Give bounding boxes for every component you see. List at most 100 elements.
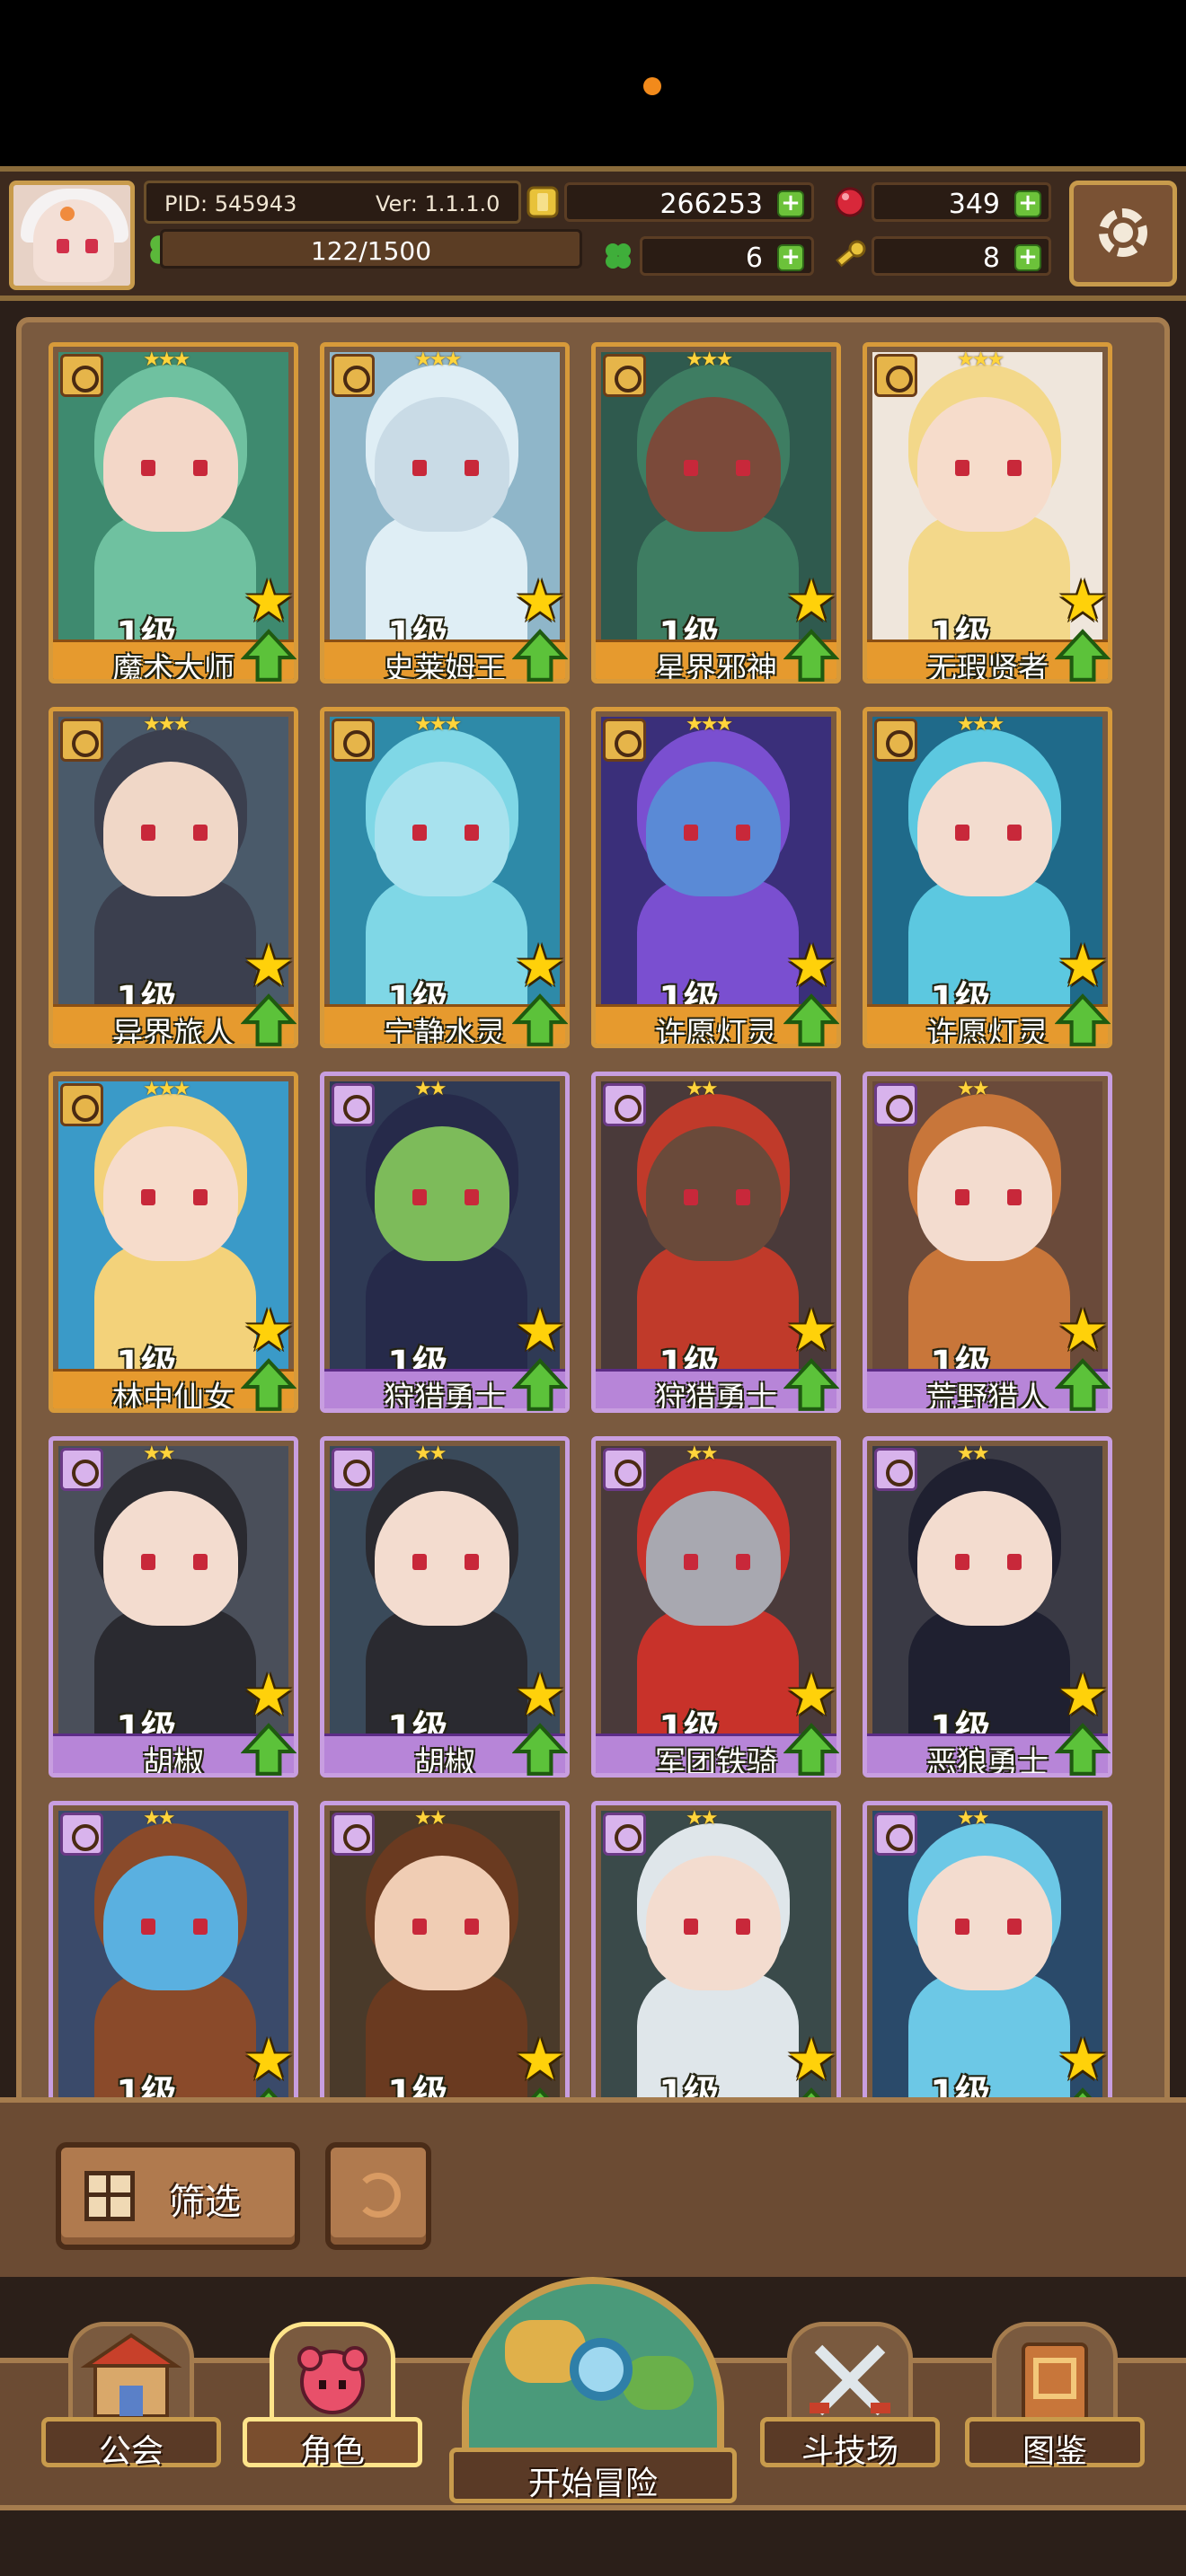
class-emblem-icon (332, 1083, 375, 1126)
level-up-arrow-icon (512, 1723, 568, 1776)
character-card[interactable]: ★★★ 1级 无瑕贤者 ★ (863, 342, 1112, 684)
character-card[interactable]: ★★ 1级 狩猎勇士 ★ (320, 1072, 570, 1413)
character-card[interactable]: ★★ 1级 ★ (591, 1801, 841, 2142)
portrait-eye (465, 1919, 479, 1935)
level-up-arrow-icon (1055, 1358, 1111, 1411)
nav-arena-label: 斗技场 (801, 2433, 898, 2470)
nav-character-label-box: 角色 (243, 2417, 422, 2470)
portrait-eye (955, 1919, 969, 1935)
nav-guild-label-box: 公会 (41, 2417, 221, 2470)
filter-button[interactable]: 筛选 (56, 2142, 300, 2250)
character-card[interactable]: ★★ 1级 荒野猎人 ★ (863, 1072, 1112, 1413)
level-up-arrow-icon (1055, 993, 1111, 1046)
portrait-head (917, 1491, 1052, 1626)
star-upgrade-icon: ★ (514, 2027, 566, 2094)
portrait-head (375, 1491, 509, 1626)
character-card[interactable]: ★★ 1级 胡椒 ★ (49, 1436, 298, 1778)
portrait-eye (141, 460, 155, 476)
class-emblem-icon (60, 1448, 103, 1491)
character-card[interactable]: ★★★ 1级 魔术大师 ★ (49, 342, 298, 684)
character-card[interactable]: ★★★ 1级 宁静水灵 ★ (320, 707, 570, 1048)
nav-arena-label-box: 斗技场 (760, 2417, 940, 2470)
portrait-eye (684, 1189, 698, 1205)
gear-icon-center (1113, 223, 1133, 243)
class-emblem-icon (60, 354, 103, 397)
rarity-stars: ★★ (957, 1442, 989, 1465)
magnifier-icon (570, 2338, 633, 2401)
settings-button[interactable] (1069, 181, 1177, 287)
filter-button-label: 筛选 (169, 2182, 241, 2223)
portrait-eye (465, 825, 479, 841)
character-card[interactable]: ★★★ 1级 史莱姆王 ★ (320, 342, 570, 684)
game-version: Ver: 1.1.1.0 (376, 191, 500, 216)
character-card[interactable]: ★★ 1级 ★ (320, 1801, 570, 2142)
portrait-eye (1007, 1554, 1022, 1570)
add-keys-icon[interactable]: + (1014, 244, 1041, 271)
star-upgrade-icon: ★ (1057, 569, 1109, 635)
coin-counter[interactable]: 266253 + (564, 182, 814, 222)
portrait-eye (684, 825, 698, 841)
rarity-stars: ★★★ (143, 1078, 190, 1100)
star-upgrade-icon: ★ (514, 1298, 566, 1364)
portrait-eye (1007, 825, 1022, 841)
level-up-arrow-icon (783, 1358, 839, 1411)
portrait-head (103, 1491, 238, 1626)
class-emblem-icon (874, 719, 917, 762)
player-avatar[interactable] (9, 181, 135, 290)
portrait-head (375, 1856, 509, 1990)
star-upgrade-icon: ★ (243, 1663, 295, 1729)
portrait-eye (955, 825, 969, 841)
nav-arena[interactable]: 斗技场 (760, 2322, 940, 2475)
key-counter[interactable]: 8 + (872, 236, 1051, 276)
level-up-arrow-icon (512, 629, 568, 682)
character-list-frame[interactable]: ★★★ 1级 魔术大师 ★ ★★★ 1级 史莱姆王 ★ ★★★ 1级 星界邪神 ★ ★★★ 1级 无瑕贤者 ★… (16, 317, 1170, 2142)
character-card[interactable]: ★★ 1级 恶狼勇士 ★ (863, 1436, 1112, 1778)
gem-counter[interactable]: 349 + (872, 182, 1051, 222)
rarity-stars: ★★ (686, 1442, 718, 1465)
clover-counter[interactable]: 6 + (640, 236, 814, 276)
character-card[interactable]: ★★ 1级 军团铁骑 ★ (591, 1436, 841, 1778)
status-bar (0, 0, 1186, 166)
add-gems-icon[interactable]: + (1014, 190, 1041, 217)
key-icon (836, 240, 866, 268)
portrait-eye (193, 1919, 208, 1935)
portrait-eye (736, 1189, 750, 1205)
star-upgrade-icon: ★ (1057, 2027, 1109, 2094)
character-card[interactable]: ★★ 1级 胡椒 ★ (320, 1436, 570, 1778)
nav-guild[interactable]: 公会 (41, 2322, 221, 2475)
nav-codex-label: 图鉴 (1022, 2433, 1087, 2470)
class-emblem-icon (874, 1083, 917, 1126)
refresh-button[interactable] (325, 2142, 431, 2250)
portrait-eye (1007, 1919, 1022, 1935)
character-card[interactable]: ★★★ 1级 许愿灯灵 ★ (591, 707, 841, 1048)
character-card[interactable]: ★★★ 1级 异界旅人 ★ (49, 707, 298, 1048)
refresh-icon (356, 2173, 401, 2218)
portrait-head (917, 1856, 1052, 1990)
level-up-arrow-icon (241, 629, 296, 682)
class-emblem-icon (874, 1813, 917, 1856)
portrait-head (917, 397, 1052, 532)
star-upgrade-icon: ★ (243, 1298, 295, 1364)
rarity-stars: ★★ (686, 1078, 718, 1100)
add-clovers-icon[interactable]: + (777, 244, 804, 271)
add-coins-icon[interactable]: + (777, 190, 804, 217)
filter-bar: 筛选 (0, 2097, 1186, 2277)
character-card[interactable]: ★★★ 1级 星界邪神 ★ (591, 342, 841, 684)
player-info-box: PID: 545943 Ver: 1.1.1.0 (144, 181, 521, 224)
map-land (622, 2356, 694, 2410)
nav-character[interactable]: 角色 (243, 2313, 422, 2475)
rarity-stars: ★★★ (414, 713, 462, 736)
rarity-stars: ★★★ (414, 348, 462, 371)
character-card[interactable]: ★★★ 1级 许愿灯灵 ★ (863, 707, 1112, 1048)
start-adventure-button[interactable]: 开始冒险 (449, 2277, 737, 2546)
star-upgrade-icon: ★ (785, 1663, 837, 1729)
nav-codex[interactable]: 图鉴 (965, 2322, 1145, 2475)
character-card[interactable]: ★★★ 1级 林中仙女 ★ (49, 1072, 298, 1413)
character-card[interactable]: ★★ 1级 狩猎勇士 ★ (591, 1072, 841, 1413)
portrait-head (917, 762, 1052, 896)
character-card[interactable]: ★★ 1级 ★ (49, 1801, 298, 2142)
character-card[interactable]: ★★ 1级 ★ (863, 1801, 1112, 2142)
class-emblem-icon (60, 1083, 103, 1126)
portrait-eye (1007, 1189, 1022, 1205)
portrait-eye (412, 825, 427, 841)
